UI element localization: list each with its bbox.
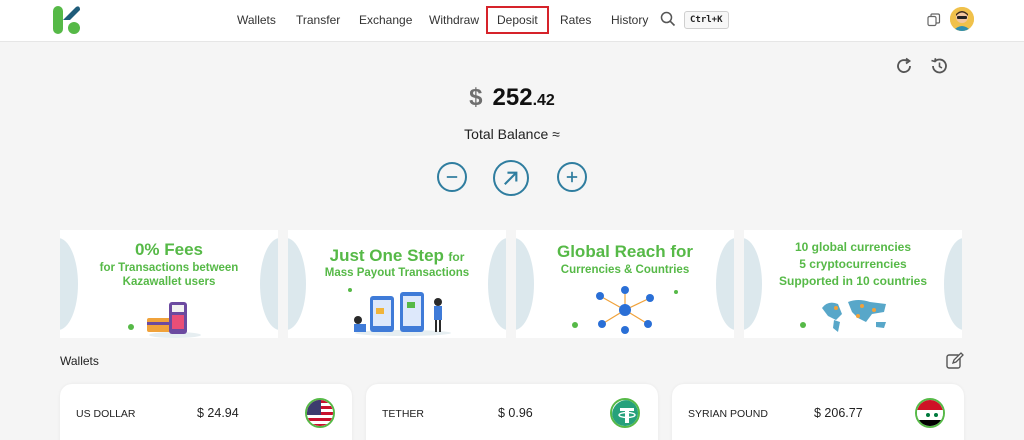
banner-line: Kazawallet users bbox=[122, 276, 216, 288]
shortcut-hint: Ctrl+K bbox=[684, 11, 729, 29]
wallet-name: US DOLLAR bbox=[76, 408, 136, 420]
us-flag-icon bbox=[305, 398, 335, 428]
banner-line: 5 cryptocurrencies bbox=[799, 257, 907, 271]
plus-button[interactable] bbox=[557, 162, 587, 192]
history-icon[interactable] bbox=[929, 56, 949, 76]
balance-integer: 252 bbox=[492, 84, 533, 111]
minus-circle-icon bbox=[446, 176, 458, 178]
banner-title: Global Reach for bbox=[556, 242, 694, 261]
payment-terminal-icon bbox=[147, 302, 201, 338]
nav-deposit[interactable]: Deposit bbox=[486, 6, 549, 34]
promo-banner-fees[interactable]: 0% Fees for Transactions between Kazawal… bbox=[60, 230, 278, 338]
plus-circle-icon bbox=[566, 171, 578, 183]
tether-icon bbox=[610, 398, 640, 428]
banner-title: 0% Fees bbox=[134, 240, 204, 259]
wallets-section-title: Wallets bbox=[60, 354, 99, 368]
top-header: Wallets Transfer Exchange Withdraw Depos… bbox=[0, 0, 1024, 42]
main-nav: Wallets Transfer Exchange Withdraw Depos… bbox=[0, 0, 1024, 42]
banner-line: for Transactions between bbox=[99, 262, 239, 274]
banner-line: Supported in 10 countries bbox=[778, 274, 928, 288]
banner-line: Mass Payout Transactions bbox=[324, 267, 470, 279]
wallet-name: TETHER bbox=[382, 408, 424, 420]
syria-flag-icon bbox=[915, 398, 945, 428]
refresh-icon[interactable] bbox=[894, 56, 914, 76]
banner-title: Just One Step bbox=[329, 246, 444, 265]
wallet-name: SYRIAN POUND bbox=[688, 408, 768, 420]
currency-symbol: $ bbox=[469, 84, 483, 111]
wallet-amount: $ 0.96 bbox=[498, 406, 533, 420]
total-balance: $252.42 bbox=[0, 84, 1024, 112]
balance-decimal: .42 bbox=[532, 92, 555, 109]
promo-banner-global[interactable]: Global Reach for Currencies & Countries bbox=[516, 230, 734, 338]
balance-label: Total Balance ≈ bbox=[464, 126, 560, 142]
wallet-card-usd[interactable]: US DOLLAR $ 24.94 bbox=[60, 384, 352, 440]
send-button[interactable] bbox=[493, 160, 529, 196]
promo-banner-payout[interactable]: Just One Step for Mass Payout Transactio… bbox=[288, 230, 506, 338]
wallet-card-syp[interactable]: SYRIAN POUND $ 206.77 bbox=[672, 384, 964, 440]
search-icon[interactable] bbox=[660, 11, 676, 27]
wallet-amount: $ 206.77 bbox=[814, 406, 863, 420]
promo-banner-currencies[interactable]: 10 global currencies 5 cryptocurrencies … bbox=[744, 230, 962, 338]
user-avatar[interactable] bbox=[950, 7, 974, 31]
nav-withdraw[interactable]: Withdraw bbox=[429, 13, 479, 27]
edit-icon[interactable] bbox=[946, 352, 964, 370]
nav-rates[interactable]: Rates bbox=[560, 13, 591, 27]
world-map-icon bbox=[822, 300, 886, 332]
send-arrow-icon bbox=[504, 171, 518, 185]
banner-line: Currencies & Countries bbox=[560, 264, 690, 276]
nav-exchange[interactable]: Exchange bbox=[359, 13, 412, 27]
nav-history[interactable]: History bbox=[611, 13, 648, 27]
minus-button[interactable] bbox=[437, 162, 467, 192]
nav-wallets[interactable]: Wallets bbox=[237, 13, 276, 27]
copy-icon[interactable] bbox=[927, 13, 941, 27]
payout-illustration-icon bbox=[354, 292, 451, 336]
global-network-icon bbox=[596, 286, 654, 334]
nav-transfer[interactable]: Transfer bbox=[296, 13, 340, 27]
wallet-amount: $ 24.94 bbox=[197, 406, 239, 420]
banner-line: 10 global currencies bbox=[794, 240, 912, 254]
wallet-card-tether[interactable]: TETHER $ 0.96 bbox=[366, 384, 658, 440]
banner-title-suffix: for bbox=[448, 250, 465, 264]
